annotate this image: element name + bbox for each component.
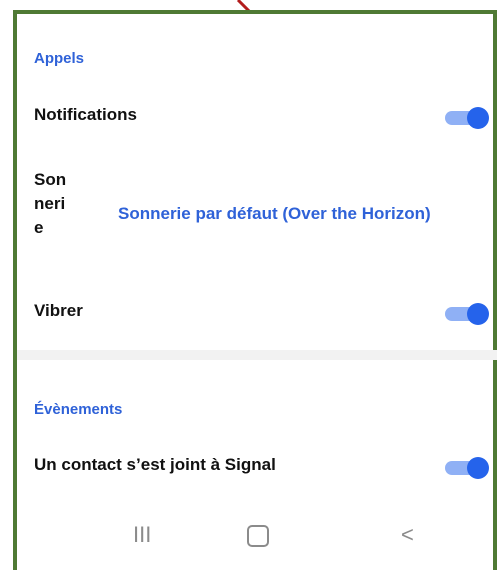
back-button[interactable]: <: [401, 522, 414, 548]
home-button[interactable]: [247, 525, 269, 547]
vibrate-label: Vibrer: [34, 301, 83, 320]
vibrate-toggle[interactable]: [445, 303, 489, 325]
toggle-knob: [467, 303, 489, 325]
sound-label: Son neri e: [34, 168, 70, 240]
ringtone-selector[interactable]: Sonnerie par défaut (Over the Horizon): [118, 204, 431, 224]
sound-label-line-3: e: [34, 218, 44, 237]
recent-apps-button[interactable]: III: [133, 522, 151, 548]
toggle-knob: [467, 457, 489, 479]
system-navigation-bar: III <: [17, 510, 497, 560]
settings-screen-frame: [13, 10, 497, 570]
sound-label-line-2: neri: [34, 194, 66, 213]
sound-label-line-1: Son: [34, 170, 67, 189]
section-title-calls: Appels: [34, 50, 85, 67]
toggle-knob: [467, 107, 489, 129]
section-divider: [17, 350, 497, 360]
notifications-label: Notifications: [34, 105, 137, 124]
notifications-toggle[interactable]: [445, 107, 489, 129]
section-title-events: Évènements: [34, 401, 123, 418]
contact-joined-toggle[interactable]: [445, 457, 489, 479]
contact-joined-label: Un contact s’est joint à Signal: [34, 455, 276, 474]
